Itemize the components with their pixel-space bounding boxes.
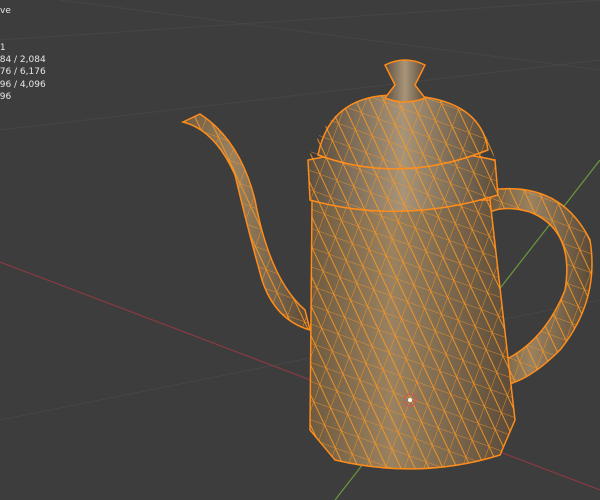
teapot-body-wire (310, 200, 515, 469)
viewport-statistics-overlay: tive t / 1 084 / 2,084 176 / 6,176 096 /… (0, 5, 46, 103)
stats-objects: / 1 (0, 42, 6, 53)
stats-faces: 096 / 4,096 (0, 79, 46, 90)
stats-triangles: 096 (0, 92, 12, 103)
stats-edges: 176 / 6,176 (0, 67, 46, 78)
stats-vertices: 084 / 2,084 (0, 55, 46, 66)
3d-viewport[interactable] (0, 0, 600, 500)
teapot-mesh[interactable] (180, 59, 593, 470)
stats-line2: t (0, 17, 46, 29)
stats-mode: tive (0, 6, 11, 16)
teapot-lid-wire (308, 95, 498, 212)
